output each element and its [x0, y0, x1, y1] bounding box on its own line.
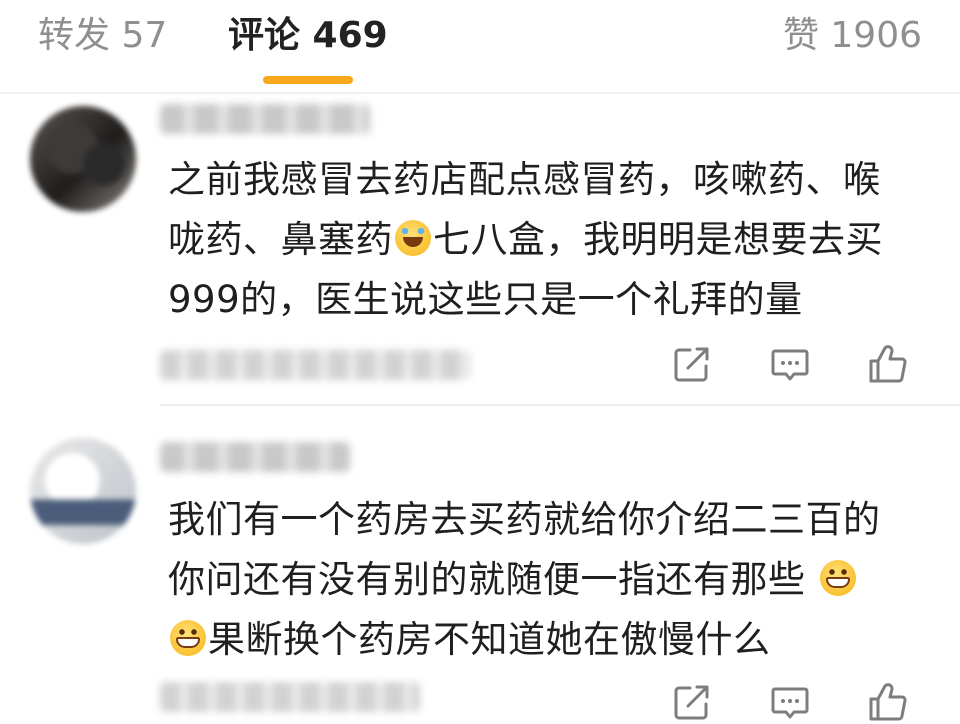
- comment-icon: [771, 349, 809, 381]
- comment-username[interactable]: [160, 442, 350, 472]
- like-button[interactable]: [866, 680, 910, 724]
- comment-meta: [160, 350, 470, 380]
- comment-text-segment: 999的，医生说这些只是一个礼拜的量: [168, 278, 803, 321]
- reply-button[interactable]: [768, 342, 812, 386]
- comment-actions: [670, 342, 920, 386]
- tab-comments[interactable]: 评论 469: [228, 12, 388, 60]
- share-icon: [674, 347, 709, 382]
- like-icon: [869, 345, 907, 383]
- comment-icon: [771, 687, 809, 719]
- tab-bar: 转发 57 评论 469 赞 1906: [0, 0, 960, 92]
- comment-username[interactable]: [160, 104, 370, 134]
- like-icon: [869, 683, 907, 721]
- active-tab-indicator: [263, 76, 353, 84]
- comment-divider: [160, 404, 960, 406]
- comment-text-line: 咙药、鼻塞药 七八盒，我明明是想要去买: [168, 210, 930, 270]
- comment-text: 之前我感冒去药店配点感冒药，咳嗽药、喉 咙药、鼻塞药 七八盒，我明明是想要去买 9…: [168, 150, 930, 330]
- comment-item: 我们有一个药房去买药就给你介绍二三百的 你问还有没有别的就随便一指还有那些 果断…: [0, 408, 960, 721]
- comment-text-segment: 咙药、鼻塞药: [168, 218, 393, 261]
- grinning-emoji: [819, 560, 856, 596]
- comment-text-line: 你问还有没有别的就随便一指还有那些: [168, 550, 930, 610]
- tab-likes[interactable]: 赞 1906: [783, 12, 922, 60]
- share-icon: [674, 685, 709, 720]
- comment-text-segment: 我们有一个药房去买药就给你介绍二三百的: [168, 498, 881, 541]
- avatar[interactable]: [30, 106, 136, 212]
- comment-text-line: 果断换个药房不知道她在傲慢什么: [168, 610, 930, 670]
- comment-text-segment: 七八盒，我明明是想要去买: [433, 218, 883, 261]
- avatar[interactable]: [30, 438, 136, 544]
- comment-text-segment: 之前我感冒去药店配点感冒药，咳嗽药、喉: [168, 158, 881, 201]
- comment-meta: [160, 682, 420, 712]
- share-button[interactable]: [670, 342, 714, 386]
- like-button[interactable]: [866, 342, 910, 386]
- share-button[interactable]: [670, 680, 714, 724]
- comment-actions: [670, 680, 920, 724]
- comment-text-segment: 果断换个药房不知道她在傲慢什么: [208, 618, 771, 661]
- tab-reposts[interactable]: 转发 57: [38, 12, 167, 60]
- comment-text: 我们有一个药房去买药就给你介绍二三百的 你问还有没有别的就随便一指还有那些 果断…: [168, 490, 930, 670]
- comment-text-segment: 你问还有没有别的就随便一指还有那些: [168, 558, 818, 601]
- comment-item: 之前我感冒去药店配点感冒药，咳嗽药、喉 咙药、鼻塞药 七八盒，我明明是想要去买 9…: [0, 94, 960, 406]
- reply-button[interactable]: [768, 680, 812, 724]
- comment-text-line: 999的，医生说这些只是一个礼拜的量: [168, 270, 930, 330]
- laughing-with-tears-emoji: [395, 220, 431, 256]
- grinning-emoji: [170, 620, 206, 656]
- comment-text-line: 我们有一个药房去买药就给你介绍二三百的: [168, 490, 930, 550]
- comment-text-line: 之前我感冒去药店配点感冒药，咳嗽药、喉: [168, 150, 930, 210]
